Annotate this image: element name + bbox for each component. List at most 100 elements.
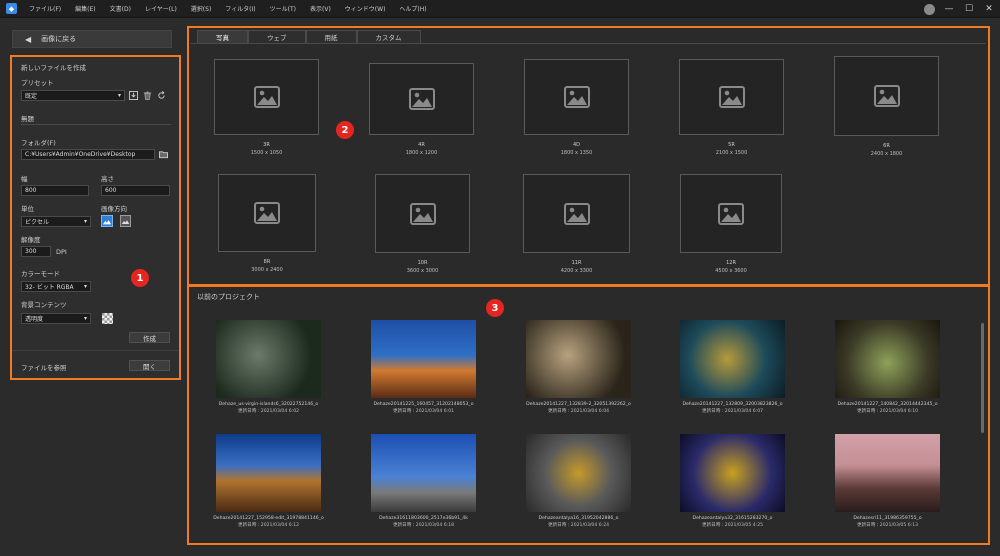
- project-item[interactable]: Dehaze20141227_152958-edit_31978841146_o…: [211, 434, 326, 528]
- project-item[interactable]: Dehaze31611803600_2517e36b91_4k 更新日時 : 20…: [366, 434, 481, 528]
- width-input[interactable]: 800: [21, 185, 89, 196]
- menu-document[interactable]: 文書(D): [110, 4, 131, 13]
- app-logo-icon: ◆: [6, 3, 17, 14]
- menu-file[interactable]: ファイル(F): [29, 4, 61, 13]
- project-item[interactable]: Dehaze20141227_132809_32003823826_o 更新日時 …: [675, 320, 790, 414]
- preset-size: 4200 x 3300: [560, 268, 593, 274]
- image-placeholder-icon: [408, 88, 435, 110]
- image-placeholder-icon: [409, 202, 436, 225]
- portrait-icon[interactable]: [120, 215, 131, 227]
- project-item[interactable]: Dehaze20141227_132839-2_32051392262_o 更新日…: [521, 320, 636, 414]
- unit-select[interactable]: ピクセル ▾: [21, 216, 91, 227]
- preset-frame: [524, 59, 629, 135]
- preset-size: 2400 x 1800: [870, 151, 903, 157]
- chevron-down-icon: ▾: [83, 283, 87, 290]
- projects-scrollbar[interactable]: [981, 323, 984, 433]
- transparent-swatch-icon[interactable]: [102, 313, 113, 324]
- preset-tile[interactable]: 8R 3000 x 2400: [218, 174, 316, 273]
- image-placeholder-icon: [253, 86, 280, 108]
- preset-frame: [369, 63, 474, 135]
- landscape-icon[interactable]: [101, 215, 113, 227]
- callout-badge-3: 3: [486, 299, 504, 317]
- maximize-button[interactable]: ☐: [962, 2, 976, 16]
- project-thumbnail: [835, 320, 940, 398]
- menu-window[interactable]: ウィンドウ(W): [345, 4, 386, 13]
- preset-tile[interactable]: 5R 2100 x 1500: [679, 59, 784, 156]
- menu-select[interactable]: 選択(S): [191, 4, 212, 13]
- preset-size: 1800 x 1350: [560, 150, 593, 156]
- callout-badge-2: 2: [336, 121, 354, 139]
- project-item[interactable]: Dehazesri11_31986359755_o 更新日時 : 2021/03/…: [830, 434, 945, 528]
- bg-content-value: 透明度: [25, 316, 44, 323]
- minimize-button[interactable]: —: [942, 2, 956, 16]
- project-thumbnail: [835, 434, 940, 512]
- project-item[interactable]: Dehazeantalya16_31952042886_o 更新日時 : 2021…: [521, 434, 636, 528]
- bg-content-select[interactable]: 透明度 ▾: [21, 313, 91, 324]
- tab-custom[interactable]: カスタム: [356, 30, 421, 43]
- project-item[interactable]: Dehaze20141227_140842_32014442345_o 更新日時 …: [830, 320, 945, 414]
- project-thumbnail: [680, 434, 785, 512]
- account-icon[interactable]: [922, 2, 936, 16]
- project-date: 更新日時 : 2021/03/04 6:24: [547, 523, 610, 528]
- back-to-image-button[interactable]: ◀ 画像に戻る: [12, 30, 172, 48]
- preset-frame: [218, 174, 316, 252]
- preset-name: 8R: [263, 259, 271, 265]
- menu-filter[interactable]: フィルタ(I): [225, 4, 255, 13]
- menu-edit[interactable]: 編集(E): [75, 4, 95, 13]
- bg-content-label: 背景コンテンツ: [21, 301, 67, 309]
- preset-tile[interactable]: 10R 3600 x 3000: [375, 174, 470, 274]
- menu-tools[interactable]: ツール(T): [270, 4, 296, 13]
- preset-name: 11R: [571, 260, 582, 266]
- preset-tile[interactable]: 6R 2400 x 1800: [834, 56, 939, 157]
- file-name-value[interactable]: 無題: [21, 113, 34, 123]
- folder-field[interactable]: C:¥Users¥Admin¥OneDrive¥Desktop: [21, 149, 155, 160]
- preset-frame: [680, 174, 782, 253]
- folder-icon[interactable]: [159, 150, 168, 159]
- preset-tile[interactable]: 3R 1500 x 1050: [214, 59, 319, 156]
- project-item[interactable]: Dehazeantalya32_31615283270_o 更新日時 : 2021…: [675, 434, 790, 528]
- tab-photo[interactable]: 写真: [197, 30, 248, 43]
- preset-select[interactable]: 既定 ▾: [21, 90, 125, 101]
- preset-tile[interactable]: 4R 1800 x 1200: [369, 63, 474, 156]
- project-item[interactable]: Dehaze_us-virgin-islands6_32022752146_o 更…: [211, 320, 326, 414]
- tab-paper[interactable]: 用紙: [305, 30, 357, 43]
- preset-name: 6R: [883, 143, 890, 149]
- preset-tile[interactable]: 11R 4200 x 3300: [523, 174, 630, 274]
- preset-size: 3600 x 3000: [406, 268, 439, 274]
- menu-help[interactable]: ヘルプ(H): [399, 4, 426, 13]
- height-label: 高さ: [101, 175, 114, 183]
- left-sidebar: ◀ 画像に戻る 新しいファイルを作成 プリセット 既定 ▾ 無題 フォルダ(F)…: [0, 18, 184, 556]
- save-preset-icon[interactable]: [129, 91, 138, 100]
- preset-tile[interactable]: 12R 4500 x 3600: [680, 174, 782, 274]
- preset-frame: [523, 174, 630, 253]
- preset-name: 3R: [263, 142, 270, 148]
- project-date: 更新日時 : 2021/03/04 6:18: [392, 523, 455, 528]
- preset-size: 1500 x 1050: [250, 150, 283, 156]
- resolution-input[interactable]: 300: [21, 246, 51, 257]
- image-placeholder-icon: [718, 202, 744, 225]
- menu-layer[interactable]: レイヤー(L): [145, 4, 177, 13]
- trash-icon[interactable]: [143, 91, 152, 100]
- height-input[interactable]: 600: [101, 185, 170, 196]
- tab-web[interactable]: ウェブ: [248, 30, 306, 43]
- preset-tile[interactable]: 4D 1800 x 1350: [524, 59, 629, 156]
- close-button[interactable]: ✕: [982, 2, 996, 16]
- refresh-icon[interactable]: [157, 91, 166, 100]
- back-label: 画像に戻る: [41, 35, 77, 43]
- menu-bar: ◆ ファイル(F) 編集(E) 文書(D) レイヤー(L) 選択(S) フィルタ…: [0, 0, 1000, 18]
- tab-underline: [191, 43, 986, 44]
- project-item[interactable]: Dehaze20141225_160457_31202148053_o 更新日時 …: [366, 320, 481, 414]
- project-thumbnail: [371, 320, 476, 398]
- create-button[interactable]: 作成: [129, 332, 170, 343]
- project-thumbnail: [526, 434, 631, 512]
- project-name: Dehazeantalya32_31615283270_o: [692, 516, 773, 521]
- preset-size: 4500 x 3600: [715, 268, 747, 274]
- preset-name: 4R: [418, 142, 425, 148]
- color-mode-select[interactable]: 32- ビット RGBA ▾: [21, 281, 91, 292]
- menu-view[interactable]: 表示(V): [310, 4, 331, 13]
- orientation-label: 画像方向: [101, 205, 127, 213]
- preset-size: 2100 x 1500: [715, 150, 748, 156]
- preset-size: 3000 x 2400: [251, 267, 283, 273]
- project-name: Dehazeantalya16_31952042886_o: [538, 516, 619, 521]
- open-button[interactable]: 開く: [129, 360, 170, 371]
